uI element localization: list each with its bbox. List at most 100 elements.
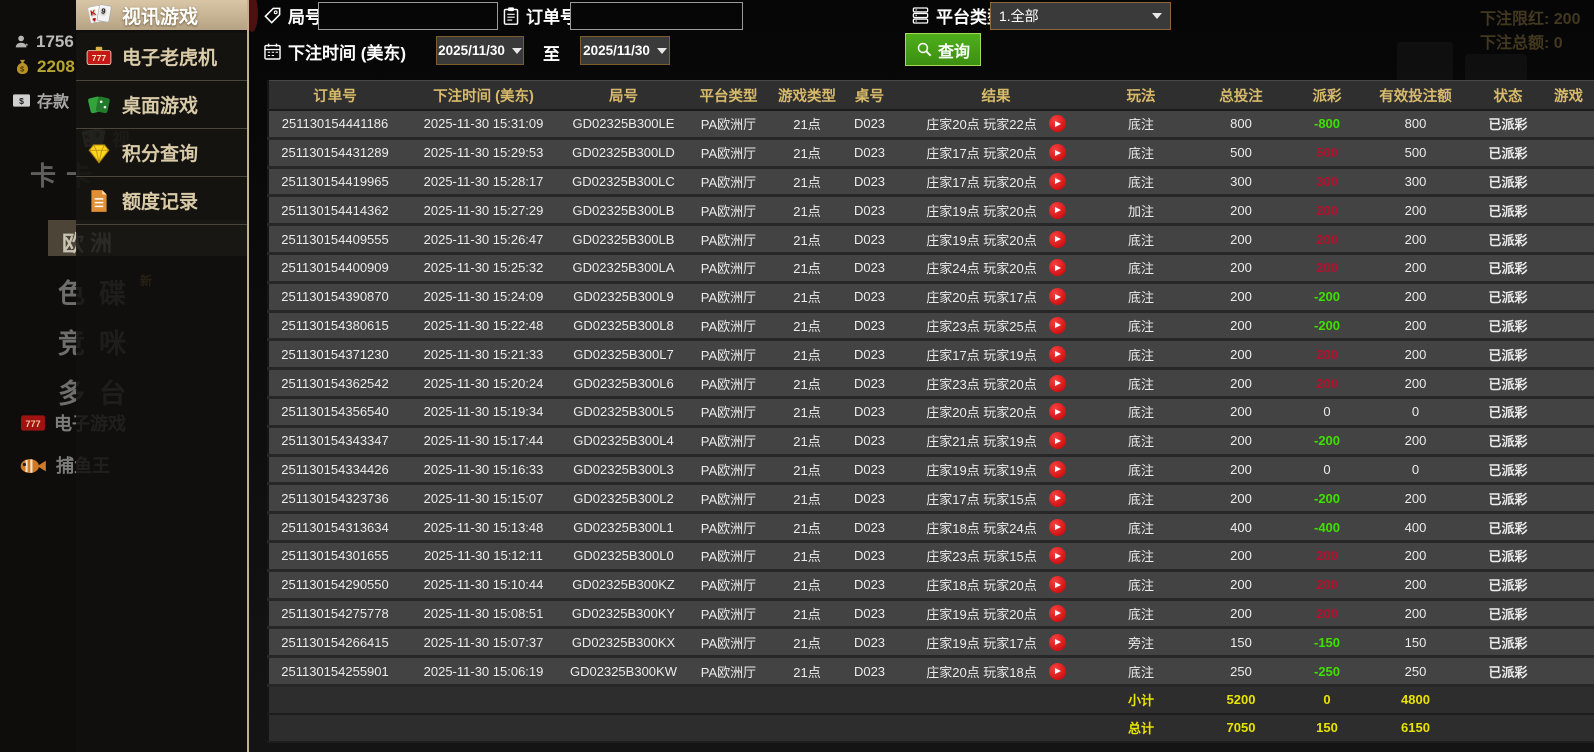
bet-records-panel: 下注限红: 200 下注总额: 0 局号 订单号 平台类型 1.全部 下注时间 … bbox=[249, 0, 1594, 752]
cell-valid-bet: 250 bbox=[1363, 656, 1468, 687]
replay-button[interactable] bbox=[1048, 460, 1066, 478]
cell-total-bet: 150 bbox=[1191, 627, 1291, 659]
menu-item-slots[interactable]: 777 电子老虎机 bbox=[76, 33, 247, 81]
replay-button[interactable] bbox=[1048, 345, 1066, 363]
online-count-value: 1756 bbox=[36, 32, 74, 51]
chevron-down-icon bbox=[1152, 13, 1162, 19]
cell-total-bet: 800 bbox=[1191, 110, 1291, 140]
cell-bet-time: 2025-11-30 15:28:17 bbox=[401, 167, 566, 198]
cell-game bbox=[1548, 167, 1594, 198]
cell-game-type: 21点 bbox=[776, 368, 838, 399]
cell-bet-time: 2025-11-30 15:12:11 bbox=[401, 541, 566, 572]
replay-button[interactable] bbox=[1048, 172, 1066, 190]
cell-payout: 200 bbox=[1291, 541, 1363, 572]
cell-order-id: 251130154400909 bbox=[268, 253, 401, 284]
cell-total-bet: 200 bbox=[1191, 282, 1291, 313]
replay-button[interactable] bbox=[1048, 144, 1066, 162]
cell-result: 庄家17点 玩家19点 bbox=[901, 339, 1091, 371]
cell-round-id: GD02325B300L7 bbox=[566, 339, 681, 371]
cell-status: 已派彩 bbox=[1468, 483, 1548, 515]
cell-play-type: 底注 bbox=[1091, 282, 1191, 313]
date-from-picker[interactable]: 2025/11/30 bbox=[436, 36, 524, 65]
cell-total-bet: 200 bbox=[1191, 195, 1291, 227]
cell-play-type: 加注 bbox=[1091, 195, 1191, 227]
cell-payout: 200 bbox=[1291, 253, 1363, 284]
cell-order-id: 251130154419965 bbox=[268, 167, 401, 198]
cell-bet-time: 2025-11-30 15:24:09 bbox=[401, 282, 566, 313]
cell-status: 已派彩 bbox=[1468, 110, 1548, 140]
cell-table-no: D023 bbox=[838, 455, 901, 486]
cell-table-no: D023 bbox=[838, 656, 901, 687]
cell-round-id: GD02325B300L6 bbox=[566, 368, 681, 399]
replay-button[interactable] bbox=[1048, 662, 1066, 680]
cell-total-bet: 500 bbox=[1191, 138, 1291, 169]
cell-game-type: 21点 bbox=[776, 512, 838, 543]
play-icon bbox=[1055, 610, 1062, 617]
total-spacer bbox=[268, 713, 1091, 743]
cell-game bbox=[1548, 656, 1594, 687]
cell-table-no: D023 bbox=[838, 627, 901, 659]
cell-table-no: D023 bbox=[838, 397, 901, 428]
cell-play-type: 底注 bbox=[1091, 483, 1191, 515]
replay-button[interactable] bbox=[1048, 489, 1066, 507]
cell-order-id: 251130154343347 bbox=[268, 426, 401, 457]
record-row: 251130154419965 2025-11-30 15:28:17 GD02… bbox=[268, 167, 1594, 198]
menu-item-credit-records[interactable]: 额度记录 bbox=[76, 177, 247, 225]
replay-button[interactable] bbox=[1048, 576, 1066, 594]
cell-result: 庄家20点 玩家17点 bbox=[901, 282, 1091, 313]
grand-total-row: 总计 7050 150 6150 bbox=[268, 713, 1594, 743]
cell-game-type: 21点 bbox=[776, 455, 838, 486]
play-icon bbox=[1055, 437, 1062, 444]
cell-bet-time: 2025-11-30 15:13:48 bbox=[401, 512, 566, 543]
cell-valid-bet: 800 bbox=[1363, 110, 1468, 140]
replay-button[interactable] bbox=[1048, 432, 1066, 450]
search-button[interactable]: 查询 bbox=[905, 33, 982, 66]
menu-item-video-games[interactable]: K ♥ 9 视讯游戏 bbox=[76, 0, 247, 30]
cell-round-id: GD02325B300LE bbox=[566, 110, 681, 140]
replay-button[interactable] bbox=[1048, 547, 1066, 565]
col-game: 游戏 bbox=[1548, 80, 1594, 111]
date-to-picker[interactable]: 2025/11/30 bbox=[580, 36, 670, 65]
cell-bet-time: 2025-11-30 15:07:37 bbox=[401, 627, 566, 659]
replay-button[interactable] bbox=[1048, 115, 1066, 133]
order-input[interactable] bbox=[570, 2, 743, 30]
result-text: 庄家18点 玩家24点 bbox=[926, 520, 1037, 536]
cell-game-type: 21点 bbox=[776, 656, 838, 687]
replay-button[interactable] bbox=[1048, 259, 1066, 277]
cell-order-id: 251130154356540 bbox=[268, 397, 401, 428]
bet-total-watermark: 下注总额: 0 bbox=[1480, 35, 1563, 52]
cell-valid-bet: 200 bbox=[1363, 339, 1468, 371]
online-count: * 1756 bbox=[14, 32, 74, 52]
records-footer: 小计 5200 0 4800 总计 7050 150 6150 bbox=[268, 685, 1594, 743]
cell-total-bet: 200 bbox=[1191, 311, 1291, 342]
cell-round-id: GD02325B300L5 bbox=[566, 397, 681, 428]
cell-play-type: 底注 bbox=[1091, 253, 1191, 284]
menu-item-points-query[interactable]: 积分查询 bbox=[76, 129, 247, 177]
replay-button[interactable] bbox=[1048, 230, 1066, 248]
cell-result: 庄家19点 玩家17点 bbox=[901, 627, 1091, 659]
replay-button[interactable] bbox=[1048, 403, 1066, 421]
replay-button[interactable] bbox=[1048, 604, 1066, 622]
replay-button[interactable] bbox=[1048, 316, 1066, 334]
platform-select[interactable]: 1.全部 bbox=[990, 2, 1171, 30]
result-text: 庄家24点 玩家20点 bbox=[926, 261, 1037, 277]
cell-platform: PA欧洲厅 bbox=[681, 282, 776, 313]
replay-button[interactable] bbox=[1048, 633, 1066, 651]
replay-button[interactable] bbox=[1048, 201, 1066, 219]
result-text: 庄家23点 玩家20点 bbox=[926, 376, 1037, 392]
cell-payout: 300 bbox=[1291, 167, 1363, 198]
cell-game bbox=[1548, 599, 1594, 630]
cell-result: 庄家20点 玩家20点 bbox=[901, 397, 1091, 428]
replay-button[interactable] bbox=[1048, 288, 1066, 306]
round-input[interactable] bbox=[318, 2, 498, 30]
cell-game-type: 21点 bbox=[776, 483, 838, 515]
cell-total-bet: 200 bbox=[1191, 397, 1291, 428]
cell-play-type: 底注 bbox=[1091, 224, 1191, 255]
menu-item-table-games[interactable]: 桌面游戏 bbox=[76, 81, 247, 129]
replay-button[interactable] bbox=[1048, 374, 1066, 392]
replay-button[interactable] bbox=[1048, 518, 1066, 536]
cell-order-id: 251130154390870 bbox=[268, 282, 401, 313]
cell-round-id: GD02325B300L0 bbox=[566, 541, 681, 572]
cell-platform: PA欧洲厅 bbox=[681, 541, 776, 572]
play-icon bbox=[1055, 524, 1062, 531]
